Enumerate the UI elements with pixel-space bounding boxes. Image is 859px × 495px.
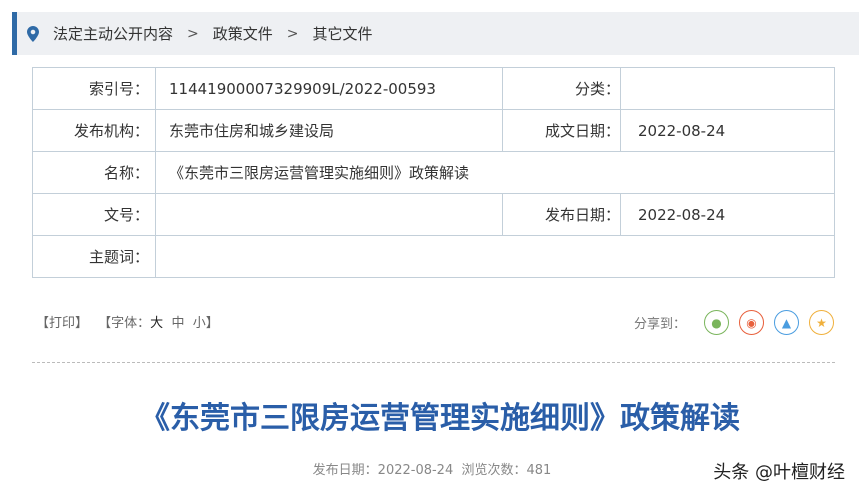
breadcrumb-item[interactable]: 其它文件 (313, 23, 373, 44)
breadcrumb-item[interactable]: 法定主动公开内容 (53, 23, 173, 44)
watermark: 头条 @叶檀财经 (713, 462, 845, 483)
index-label: 索引号： (32, 67, 156, 110)
document-info-table: 索引号： 11441900007329909L/2022-00593 分类： 发… (32, 67, 835, 278)
divider (32, 362, 835, 363)
doc-no-value (155, 193, 503, 236)
written-date-value: 2022-08-24 (620, 109, 835, 152)
publisher-label: 发布机构： (32, 109, 156, 152)
doc-no-label: 文号： (32, 193, 156, 236)
keywords-label: 主题词： (32, 235, 156, 278)
keywords-value (155, 235, 835, 278)
font-medium-button[interactable]: 中 (171, 316, 184, 331)
font-size-prefix: 【字体： (98, 316, 151, 331)
name-label: 名称： (32, 151, 156, 194)
written-date-label: 成文日期： (502, 109, 621, 152)
weibo-share-icon[interactable]: ◉ (739, 310, 765, 335)
publish-date-label: 发布日期： (502, 193, 621, 236)
share-bar: 分享到： ● ◉ ▲ ★ (634, 310, 835, 335)
favorite-share-icon[interactable]: ★ (809, 310, 835, 335)
index-value: 11441900007329909L/2022-00593 (155, 67, 503, 110)
breadcrumb: 法定主动公开内容 > 政策文件 > 其它文件 (12, 12, 859, 55)
print-button[interactable]: 【打印】 (36, 316, 88, 331)
font-large-button[interactable]: 大 (150, 316, 163, 331)
category-label: 分类： (502, 67, 621, 110)
font-size-suffix: 】 (205, 316, 219, 331)
chevron-right-icon: > (286, 25, 299, 42)
location-pin-icon (27, 25, 39, 42)
wechat-share-icon[interactable]: ● (704, 310, 730, 335)
category-value (620, 67, 835, 110)
name-value: 《东莞市三限房运营管理实施细则》政策解读 (155, 151, 835, 194)
article-title: 《东莞市三限房运营管理实施细则》政策解读 (140, 401, 740, 436)
chevron-right-icon: > (187, 25, 199, 42)
article-tools: 【打印】 【字体：大 中 小】 (36, 312, 219, 331)
share-label: 分享到： (634, 317, 687, 332)
publisher-value: 东莞市住房和城乡建设局 (155, 109, 503, 152)
qq-share-icon[interactable]: ▲ (774, 310, 800, 335)
breadcrumb-item[interactable]: 政策文件 (213, 23, 273, 44)
font-small-button[interactable]: 小 (193, 316, 206, 331)
publish-date-value: 2022-08-24 (620, 193, 835, 236)
